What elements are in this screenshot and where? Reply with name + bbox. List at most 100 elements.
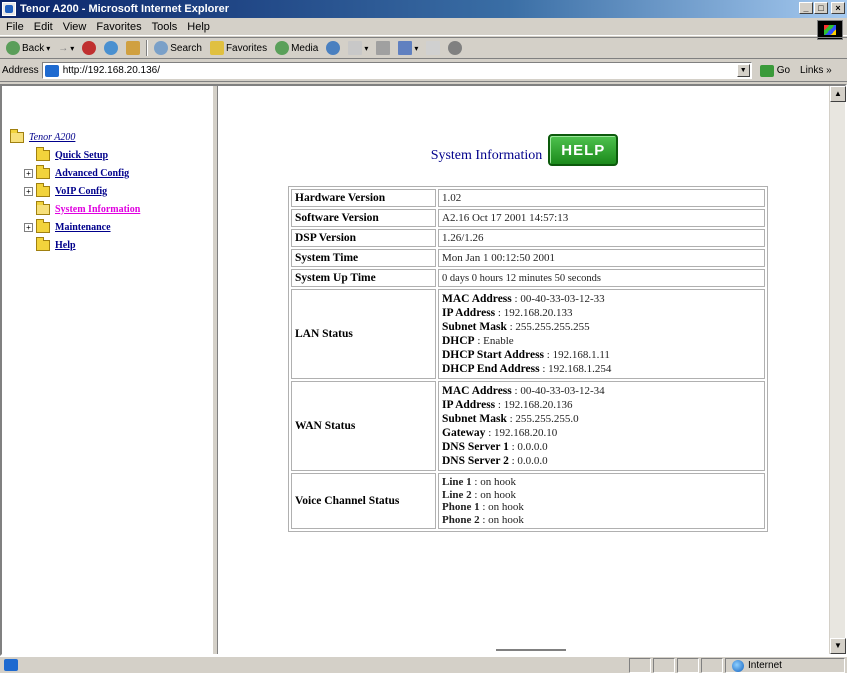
row-label: LAN Status [291, 289, 436, 379]
sidebar-item-label[interactable]: Help [55, 240, 76, 251]
field-value: : on hook [479, 513, 524, 526]
expand-plus-icon[interactable]: + [24, 222, 33, 232]
table-row: Software Version A2.16 Oct 17 2001 14:57… [291, 209, 765, 227]
expand-plus-icon[interactable]: + [24, 168, 33, 178]
navigation-tree: Tenor A200 Quick Setup + Advanced Config… [10, 128, 140, 254]
favorites-button[interactable]: Favorites [208, 39, 269, 57]
history-button[interactable] [324, 39, 342, 57]
scroll-down-arrow-icon[interactable]: ▼ [830, 638, 846, 654]
sidebar-item-label[interactable]: System Information [55, 204, 140, 215]
tree-root[interactable]: Tenor A200 [10, 128, 140, 146]
tree-root-label[interactable]: Tenor A200 [29, 132, 75, 143]
edit-page-icon [398, 41, 413, 55]
refresh-button[interactable] [102, 39, 120, 57]
field-key: Phone 2 [442, 513, 480, 526]
stop-button[interactable] [80, 39, 98, 57]
row-label: Voice Channel Status [291, 473, 436, 529]
zone-label: Internet [748, 660, 782, 671]
print-icon [376, 41, 391, 55]
wan-line: DNS Server 2 : 0.0.0.0 [442, 454, 761, 468]
media-button[interactable]: Media [273, 39, 320, 57]
sidebar-item-help[interactable]: Help [10, 236, 140, 254]
sidebar-item-voip-config[interactable]: + VoIP Config [10, 182, 140, 200]
sidebar-item-maintenance[interactable]: + Maintenance [10, 218, 140, 236]
address-dropdown-button[interactable]: ▼ [736, 64, 750, 77]
sidebar-item-system-information[interactable]: System Information [10, 200, 140, 218]
back-button[interactable]: Back ▾ [4, 39, 52, 57]
voice-line: Phone 1 : on hook [442, 501, 761, 514]
row-value: Line 1 : on hook Line 2 : on hook Phone … [438, 473, 765, 529]
field-key: MAC Address [442, 385, 512, 397]
address-input[interactable]: http://192.168.20.136/ ▼ [41, 62, 752, 79]
links-button[interactable]: Links » [800, 65, 832, 76]
sidebar-item-quick-setup[interactable]: Quick Setup [10, 146, 140, 164]
row-value: MAC Address : 00-40-33-03-12-34 IP Addre… [438, 381, 765, 471]
ie-app-icon[interactable] [2, 2, 16, 16]
minimize-button[interactable]: _ [799, 2, 813, 14]
system-info-table: Hardware Version 1.02 Software Version A… [288, 186, 768, 532]
field-value: : 0.0.0.0 [508, 441, 548, 453]
chevron-down-icon: ▾ [414, 43, 419, 53]
row-value: 1.02 [438, 189, 765, 207]
field-value: : 192.168.1.254 [539, 363, 612, 375]
history-icon [326, 41, 341, 55]
window-title: Tenor A200 - Microsoft Internet Explorer [20, 3, 230, 15]
row-label: System Time [291, 249, 436, 267]
lan-line: MAC Address : 00-40-33-03-12-33 [442, 292, 761, 306]
messenger-button[interactable] [446, 39, 464, 57]
standard-toolbar: Back ▾ → ▾ Search Favorites Media ▾ ▾ [0, 37, 847, 59]
maximize-button[interactable]: □ [814, 2, 828, 14]
print-button[interactable] [374, 39, 392, 57]
row-label: Software Version [291, 209, 436, 227]
help-button[interactable]: HELP [548, 134, 619, 166]
menu-tools[interactable]: Tools [152, 21, 178, 33]
sidebar-item-advanced-config[interactable]: + Advanced Config [10, 164, 140, 182]
status-panel [677, 658, 699, 673]
expand-plus-icon[interactable]: + [24, 186, 33, 196]
lan-line: DHCP End Address : 192.168.1.254 [442, 362, 761, 376]
field-value: : 00-40-33-03-12-34 [511, 385, 605, 397]
back-label: Back [22, 42, 45, 54]
lan-line: Subnet Mask : 255.255.255.255 [442, 320, 761, 334]
menu-edit[interactable]: Edit [34, 21, 53, 33]
sidebar-item-label[interactable]: Advanced Config [55, 168, 129, 179]
menu-help[interactable]: Help [187, 21, 210, 33]
search-button[interactable]: Search [152, 39, 204, 57]
close-button[interactable]: × [831, 2, 845, 14]
scroll-up-arrow-icon[interactable]: ▲ [830, 86, 846, 102]
forward-button[interactable]: → ▾ [56, 39, 76, 57]
status-panel [629, 658, 651, 673]
forward-arrow-icon: → [58, 42, 69, 54]
menu-file[interactable]: File [6, 21, 24, 33]
sidebar-item-label[interactable]: VoIP Config [55, 186, 107, 197]
discuss-icon [426, 41, 441, 55]
mail-button[interactable]: ▾ [346, 39, 370, 57]
folder-icon [36, 236, 50, 251]
field-value: : 192.168.1.11 [544, 349, 610, 361]
row-label: Hardware Version [291, 189, 436, 207]
discuss-button[interactable] [424, 39, 442, 57]
edit-button[interactable]: ▾ [396, 39, 420, 57]
field-value: : on hook [471, 488, 516, 501]
media-label: Media [291, 42, 319, 54]
field-key: DHCP Start Address [442, 349, 545, 361]
sidebar-item-label[interactable]: Maintenance [55, 222, 111, 233]
wan-line: Subnet Mask : 255.255.255.0 [442, 412, 761, 426]
vertical-scrollbar[interactable]: ▲ ▼ [829, 86, 846, 654]
row-label: DSP Version [291, 229, 436, 247]
row-value: 1.26/1.26 [438, 229, 765, 247]
field-key: MAC Address [442, 293, 512, 305]
home-button[interactable] [124, 39, 142, 57]
chevron-down-icon: ▾ [46, 43, 51, 53]
field-key: DHCP [442, 335, 475, 347]
sidebar-item-label[interactable]: Quick Setup [55, 150, 108, 161]
folder-icon [36, 164, 50, 179]
go-button[interactable]: Go [759, 64, 790, 77]
wan-line: MAC Address : 00-40-33-03-12-34 [442, 384, 761, 398]
menu-favorites[interactable]: Favorites [96, 21, 141, 33]
page-title: System Information [430, 148, 543, 163]
home-icon [126, 41, 141, 55]
menu-view[interactable]: View [63, 21, 87, 33]
menu-bar: File Edit View Favorites Tools Help [0, 18, 847, 36]
open-folder-icon [10, 128, 24, 143]
